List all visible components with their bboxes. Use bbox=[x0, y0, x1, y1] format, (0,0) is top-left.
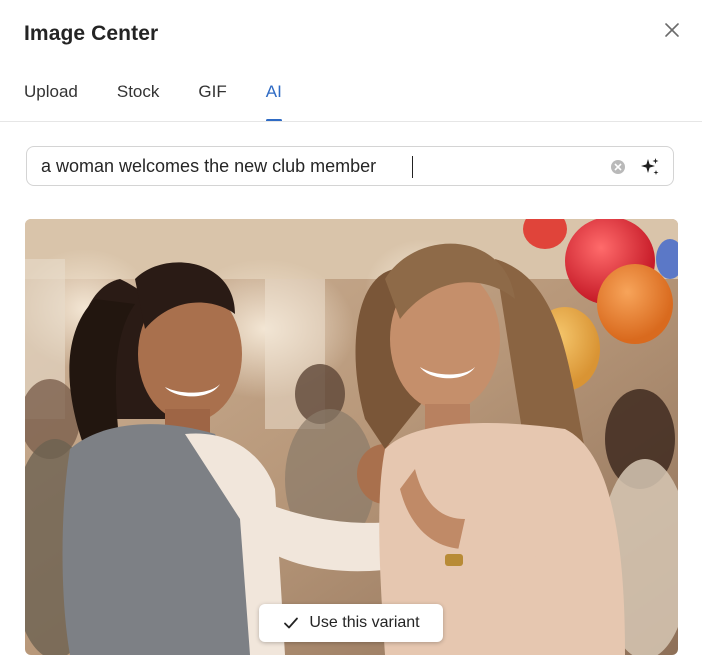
clear-circle-icon bbox=[611, 160, 625, 174]
sparkle-icon bbox=[641, 158, 659, 175]
generated-ai-photo bbox=[25, 219, 678, 655]
tab-bar: Upload Stock GIF AI bbox=[24, 82, 321, 122]
close-button[interactable] bbox=[662, 20, 682, 40]
dialog-title: Image Center bbox=[24, 22, 159, 45]
tab-upload[interactable]: Upload bbox=[24, 82, 78, 122]
clear-button[interactable] bbox=[610, 159, 626, 175]
close-icon bbox=[665, 23, 679, 37]
image-center-dialog: Image Center Upload Stock GIF AI a woman… bbox=[0, 0, 702, 669]
generated-image[interactable] bbox=[25, 219, 678, 655]
tab-ai[interactable]: AI bbox=[265, 82, 282, 122]
tabs-divider bbox=[0, 121, 702, 122]
use-variant-button[interactable]: Use this variant bbox=[259, 604, 443, 642]
tab-stock[interactable]: Stock bbox=[117, 82, 160, 122]
use-variant-label: Use this variant bbox=[309, 614, 420, 631]
checkmark-icon bbox=[284, 617, 299, 629]
text-caret bbox=[412, 156, 413, 178]
tab-gif[interactable]: GIF bbox=[198, 82, 226, 122]
generate-button[interactable] bbox=[639, 156, 661, 178]
prompt-input[interactable] bbox=[41, 147, 601, 185]
prompt-box bbox=[26, 146, 674, 186]
